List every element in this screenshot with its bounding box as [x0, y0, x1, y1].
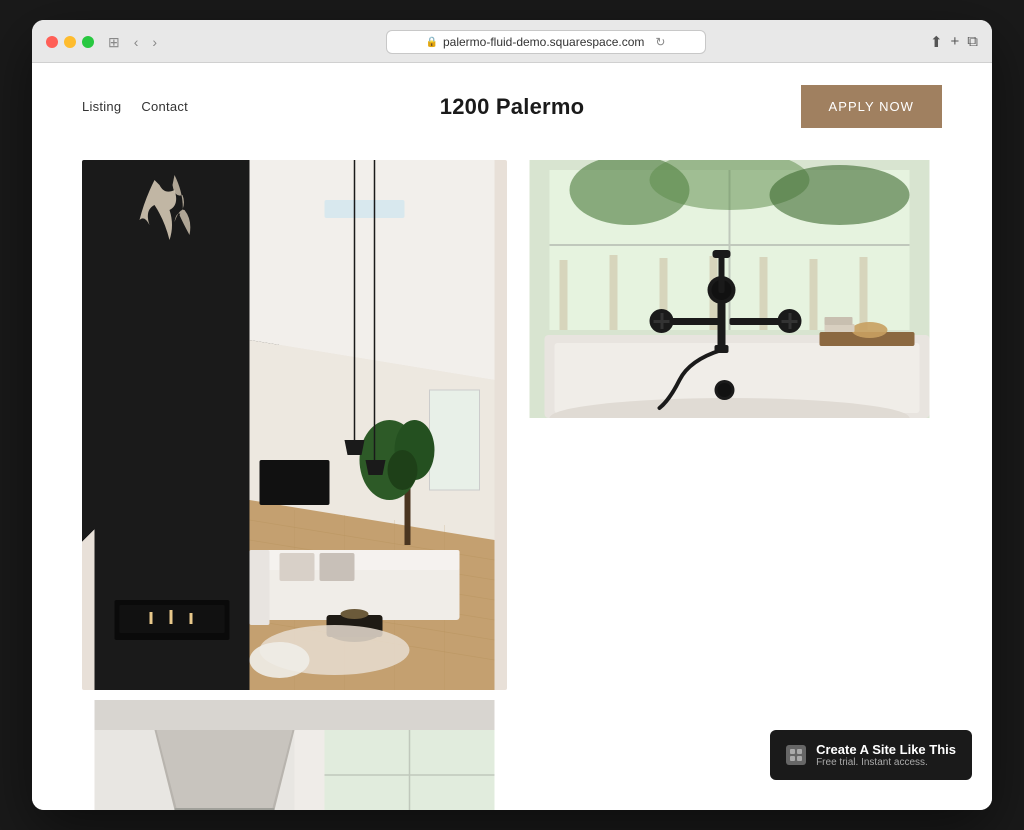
- minimize-button[interactable]: [64, 36, 76, 48]
- badge-sub-text: Free trial. Instant access.: [816, 757, 956, 768]
- gallery-image-living-room: [82, 160, 507, 690]
- forward-icon[interactable]: ›: [148, 32, 161, 52]
- nav-links: Listing Contact: [82, 99, 188, 114]
- new-tab-icon[interactable]: +: [951, 33, 960, 51]
- page-title: 1200 Palermo: [440, 94, 585, 119]
- badge-text: Create A Site Like This Free trial. Inst…: [816, 742, 956, 768]
- traffic-lights: [46, 36, 94, 48]
- share-icon[interactable]: ⬆: [930, 33, 943, 51]
- maximize-button[interactable]: [82, 36, 94, 48]
- address-bar[interactable]: 🔒 palermo-fluid-demo.squarespace.com ↻: [386, 30, 706, 54]
- browser-actions: ⬆ + ⧉: [930, 33, 978, 51]
- gallery-image-bathroom: [517, 160, 942, 418]
- page-content: Listing Contact 1200 Palermo Apply Now: [32, 63, 992, 810]
- squarespace-logo: [786, 745, 806, 765]
- apply-now-button[interactable]: Apply Now: [801, 85, 942, 128]
- gallery-image-kitchen: [82, 700, 507, 810]
- window-toggle-icon[interactable]: ⊞: [104, 32, 124, 53]
- nav-link-contact[interactable]: Contact: [141, 99, 188, 114]
- browser-nav-controls: ⊞ ‹ ›: [104, 32, 161, 53]
- back-icon[interactable]: ‹: [130, 32, 143, 52]
- address-bar-container: 🔒 palermo-fluid-demo.squarespace.com ↻: [171, 30, 920, 54]
- browser-window: ⊞ ‹ › 🔒 palermo-fluid-demo.squarespace.c…: [32, 20, 992, 810]
- refresh-icon[interactable]: ↻: [655, 35, 665, 49]
- squarespace-badge[interactable]: Create A Site Like This Free trial. Inst…: [770, 730, 972, 780]
- badge-main-text: Create A Site Like This: [816, 742, 956, 757]
- gallery: [32, 150, 992, 810]
- nav-link-listing[interactable]: Listing: [82, 99, 121, 114]
- url-text: palermo-fluid-demo.squarespace.com: [443, 35, 644, 49]
- lock-icon: 🔒: [426, 37, 438, 48]
- browser-chrome: ⊞ ‹ › 🔒 palermo-fluid-demo.squarespace.c…: [32, 20, 992, 63]
- close-button[interactable]: [46, 36, 58, 48]
- navigation: Listing Contact 1200 Palermo Apply Now: [32, 63, 992, 150]
- nav-right: Apply Now: [801, 85, 942, 128]
- windows-icon[interactable]: ⧉: [967, 33, 978, 51]
